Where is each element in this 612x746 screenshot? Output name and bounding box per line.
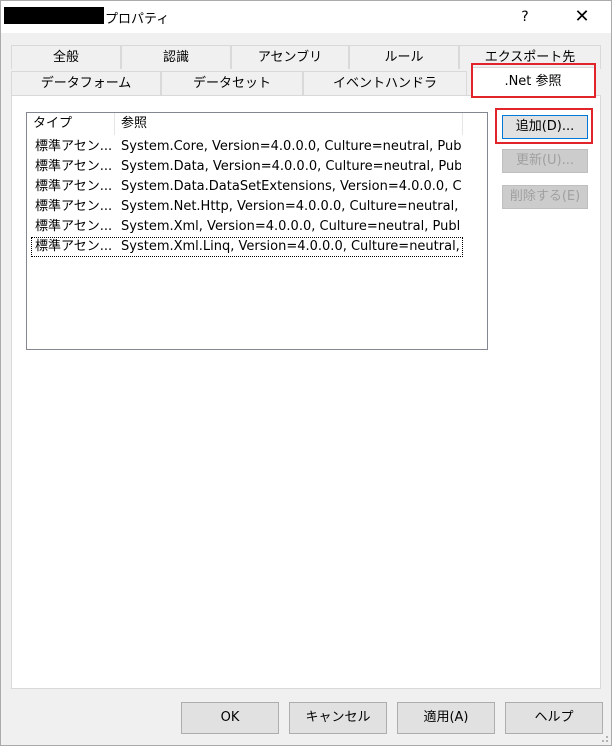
redacted-title-prefix — [4, 7, 104, 24]
row-reference: System.Data.DataSetExtensions, Version=4… — [121, 179, 461, 194]
row-reference: System.Xml.Linq, Version=4.0.0.0, Cultur… — [121, 239, 461, 254]
help-button[interactable]: ヘルプ — [505, 702, 603, 734]
window-title: プロパティ — [105, 12, 170, 27]
cancel-button[interactable]: キャンセル — [289, 702, 387, 734]
resize-grip-icon[interactable] — [599, 733, 609, 743]
table-row[interactable]: 標準アセン... System.Data.DataSetExtensions, … — [31, 177, 463, 197]
row-type: 標準アセン... — [35, 139, 113, 154]
tab-rules[interactable]: ルール — [349, 45, 459, 69]
table-row[interactable]: 標準アセン... System.Net.Http, Version=4.0.0.… — [31, 197, 463, 217]
tab-highlight-box — [471, 63, 596, 98]
close-icon[interactable]: ✕ — [559, 1, 605, 33]
row-reference: System.Xml, Version=4.0.0.0, Culture=neu… — [121, 219, 461, 234]
table-row[interactable]: 標準アセン... System.Data, Version=4.0.0.0, C… — [31, 157, 463, 177]
reference-list[interactable]: タイプ 参照 標準アセン... System.Core, Version=4.0… — [26, 112, 488, 350]
tab-general[interactable]: 全般 — [11, 45, 121, 69]
row-reference: System.Core, Version=4.0.0.0, Culture=ne… — [121, 139, 461, 154]
list-header: タイプ 参照 — [27, 113, 487, 135]
table-row[interactable]: 標準アセン... System.Xml.Linq, Version=4.0.0.… — [31, 237, 463, 257]
table-row[interactable]: 標準アセン... System.Core, Version=4.0.0.0, C… — [31, 137, 463, 157]
tab-event-handler[interactable]: イベントハンドラ — [303, 71, 467, 95]
row-type: 標準アセン... — [35, 159, 113, 174]
tab-dataset[interactable]: データセット — [161, 71, 303, 95]
apply-button[interactable]: 適用(A) — [397, 702, 495, 734]
title-bar: プロパティ ? ✕ — [1, 1, 611, 33]
ok-button[interactable]: OK — [181, 702, 279, 734]
column-header-type[interactable]: タイプ — [27, 113, 115, 135]
row-reference: System.Net.Http, Version=4.0.0.0, Cultur… — [121, 199, 461, 214]
add-button-highlight-box — [495, 108, 593, 144]
column-header-reference[interactable]: 参照 — [115, 113, 463, 135]
row-reference: System.Data, Version=4.0.0.0, Culture=ne… — [121, 159, 461, 174]
tab-data-form[interactable]: データフォーム — [11, 71, 161, 95]
properties-dialog: プロパティ ? ✕ 全般 認識 アセンブリ ルール エクスポート先 データフォー… — [0, 0, 612, 746]
table-row[interactable]: 標準アセン... System.Xml, Version=4.0.0.0, Cu… — [31, 217, 463, 237]
row-type: 標準アセン... — [35, 179, 113, 194]
tab-assembly[interactable]: アセンブリ — [231, 45, 349, 69]
help-icon[interactable]: ? — [505, 1, 545, 33]
update-button[interactable]: 更新(U)... — [502, 149, 588, 173]
delete-button[interactable]: 削除する(E) — [502, 185, 588, 209]
tab-recognition[interactable]: 認識 — [121, 45, 231, 69]
row-type: 標準アセン... — [35, 219, 113, 234]
row-type: 標準アセン... — [35, 239, 113, 254]
row-type: 標準アセン... — [35, 199, 113, 214]
